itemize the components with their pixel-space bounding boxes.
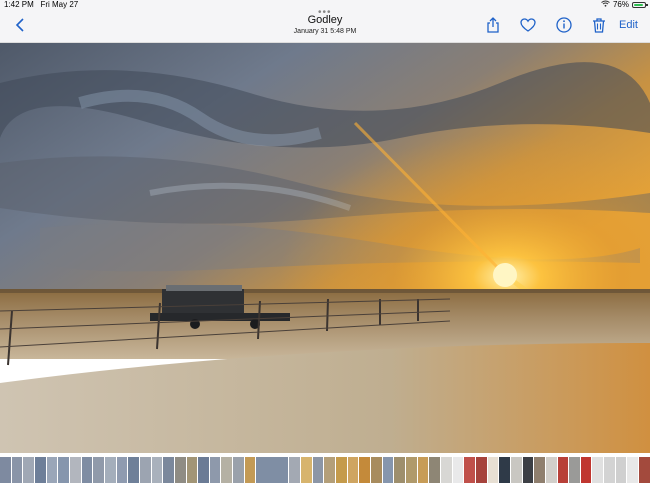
thumbnail[interactable]: [174, 457, 186, 483]
battery-percent: 76%: [612, 0, 629, 9]
thumbnail[interactable]: [198, 457, 209, 483]
thumbnail[interactable]: [627, 457, 639, 483]
thumbnail[interactable]: [93, 457, 104, 483]
thumbnail[interactable]: [592, 457, 604, 483]
thumbnail[interactable]: [128, 457, 139, 483]
thumbnail[interactable]: [151, 457, 163, 483]
thumbnail[interactable]: [186, 457, 198, 483]
thumbnail[interactable]: [233, 457, 244, 483]
thumbnail[interactable]: [312, 457, 324, 483]
info-button[interactable]: [555, 16, 573, 34]
page-title: Godley: [307, 14, 343, 26]
thumbnail[interactable]: [417, 457, 429, 483]
thumbnail[interactable]: [163, 457, 174, 483]
page-subtitle: January 31 5:48 PM: [293, 28, 357, 35]
status-right: 76%: [601, 0, 648, 9]
thumbnail[interactable]: [347, 457, 359, 483]
thumbnail-selected[interactable]: [256, 457, 289, 483]
thumbnail[interactable]: [382, 457, 394, 483]
thumbnail[interactable]: [23, 457, 34, 483]
thumbnail[interactable]: [475, 457, 487, 483]
thumbnail[interactable]: [487, 457, 499, 483]
heart-icon: [520, 18, 536, 32]
thumbnail[interactable]: [34, 457, 46, 483]
battery-icon: [632, 1, 648, 8]
thumbnail[interactable]: [244, 457, 256, 483]
thumbnail[interactable]: [429, 457, 440, 483]
info-icon: [556, 17, 572, 33]
thumbnail[interactable]: [557, 457, 569, 483]
thumbnail[interactable]: [359, 457, 371, 483]
delete-button[interactable]: [590, 16, 608, 34]
trash-icon: [593, 18, 605, 33]
thumbnail[interactable]: [580, 457, 592, 483]
thumbnail[interactable]: [81, 457, 93, 483]
thumbnail[interactable]: [371, 457, 382, 483]
thumbnail[interactable]: [46, 457, 58, 483]
thumbnail[interactable]: [301, 457, 312, 483]
share-icon: [487, 17, 499, 33]
thumbnail[interactable]: [336, 457, 347, 483]
edit-button[interactable]: Edit: [619, 19, 638, 31]
thumbnail[interactable]: [139, 457, 151, 483]
thumbnail[interactable]: [209, 457, 221, 483]
wifi-icon: [601, 0, 610, 9]
thumbnail[interactable]: [440, 457, 452, 483]
thumbnail[interactable]: [534, 457, 545, 483]
thumbnail[interactable]: [545, 457, 557, 483]
share-button[interactable]: [484, 16, 502, 34]
thumbnail[interactable]: [0, 457, 11, 483]
thumbnail[interactable]: [464, 457, 475, 483]
thumbnail[interactable]: [510, 457, 522, 483]
main-photo[interactable]: [0, 43, 650, 453]
navigation-bar: ••• Godley January 31 5:48 PM Edit: [0, 8, 650, 43]
thumbnail[interactable]: [104, 457, 116, 483]
thumbnail[interactable]: [221, 457, 233, 483]
thumbnail[interactable]: [569, 457, 580, 483]
thumbnail[interactable]: [69, 457, 81, 483]
favorite-button[interactable]: [519, 16, 537, 34]
thumbnail[interactable]: [394, 457, 405, 483]
thumbnail[interactable]: [405, 457, 417, 483]
thumbnail[interactable]: [615, 457, 627, 483]
thumbnail[interactable]: [289, 457, 301, 483]
status-time: 1:42 PM Fri May 27: [4, 0, 79, 9]
thumbnail[interactable]: [324, 457, 336, 483]
thumbnail[interactable]: [58, 457, 69, 483]
thumbnail[interactable]: [639, 457, 650, 483]
thumbnail[interactable]: [11, 457, 23, 483]
thumbnail[interactable]: [499, 457, 510, 483]
thumbnail[interactable]: [522, 457, 534, 483]
thumbnail[interactable]: [452, 457, 464, 483]
thumbnail[interactable]: [604, 457, 615, 483]
thumbnail[interactable]: [116, 457, 128, 483]
thumbnail-strip: [0, 456, 650, 484]
